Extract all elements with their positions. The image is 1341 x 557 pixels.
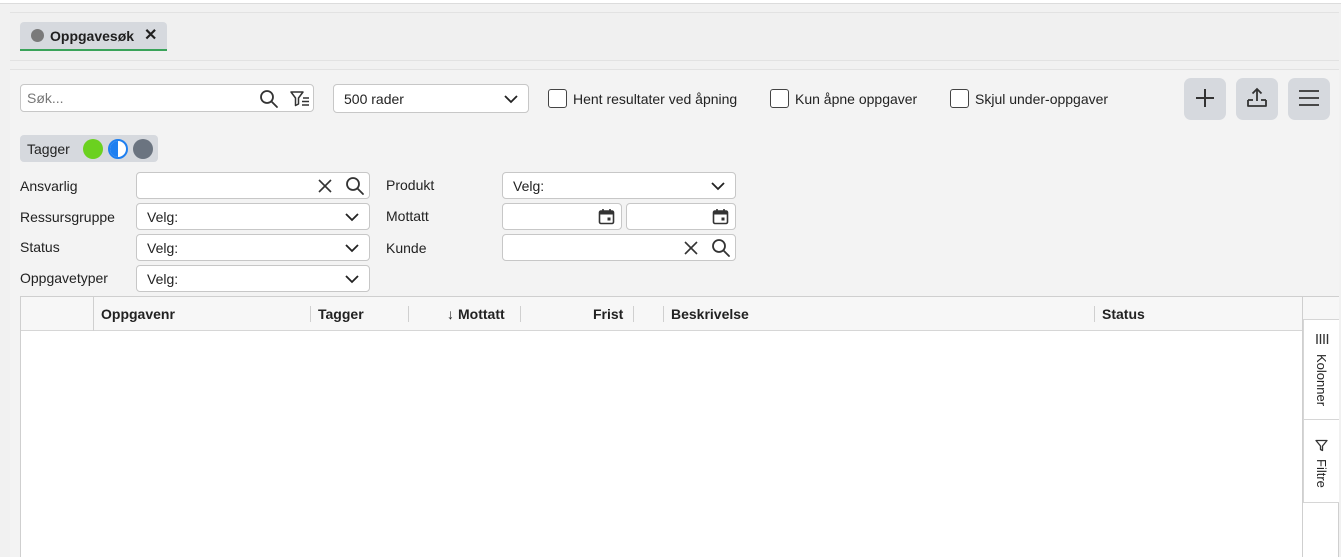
- tab-oppgavesok[interactable]: Oppgavesøk ✕: [20, 22, 168, 51]
- tab-status-dot-icon: [31, 29, 44, 42]
- add-button[interactable]: [1184, 78, 1226, 120]
- column-header-oppgavenr[interactable]: Oppgavenr: [101, 297, 175, 331]
- mottatt-to-date[interactable]: [626, 203, 736, 230]
- grid-header: Oppgavenr Tagger ↓ Mottatt Frist Beskriv…: [21, 297, 1302, 331]
- columns-icon: [1315, 332, 1329, 348]
- tags-label: Tagger: [27, 140, 70, 157]
- column-label: Oppgavenr: [101, 306, 175, 322]
- columns-tool-tab[interactable]: Kolonner: [1303, 320, 1339, 420]
- column-separator[interactable]: [310, 306, 311, 322]
- checkbox-box[interactable]: [548, 89, 567, 108]
- calendar-icon[interactable]: [598, 208, 615, 228]
- search-icon[interactable]: [345, 176, 365, 199]
- column-label: Beskrivelse: [671, 306, 749, 322]
- column-separator[interactable]: [633, 306, 634, 322]
- main-panel: 500 rader Hent resultater ved åpning Kun…: [10, 69, 1339, 557]
- tags-filter: Tagger: [20, 135, 158, 162]
- rows-select-value: 500 rader: [344, 90, 404, 107]
- filters-tab-label: Filtre: [1314, 459, 1329, 488]
- column-header-beskrivelse[interactable]: Beskrivelse: [671, 297, 749, 331]
- gray-tag-icon[interactable]: [132, 138, 153, 159]
- top-border: [0, 0, 1341, 4]
- ressursgruppe-value: Velg:: [147, 208, 179, 225]
- sort-desc-icon: ↓: [447, 306, 454, 322]
- chevron-down-icon: [711, 178, 725, 194]
- mottatt-label: Mottatt: [386, 208, 429, 224]
- checkbox-open-tasks-only[interactable]: Kun åpne oppgaver: [770, 89, 917, 108]
- green-tag-icon[interactable]: [82, 138, 103, 159]
- oppgavetyper-label: Oppgavetyper: [20, 270, 108, 286]
- chevron-down-icon: [504, 91, 518, 107]
- search-box: [20, 84, 314, 112]
- checkbox-box[interactable]: [950, 89, 969, 108]
- column-label: Status: [1102, 306, 1145, 322]
- chevron-down-icon: [345, 209, 359, 225]
- checkbox-label: Skjul under-oppgaver: [975, 90, 1109, 107]
- column-separator[interactable]: [520, 306, 521, 322]
- kunde-field[interactable]: [502, 234, 736, 261]
- half-fill: [109, 140, 118, 157]
- filters-tool-tab[interactable]: Filtre: [1303, 420, 1339, 503]
- column-header-tagger[interactable]: Tagger: [318, 297, 364, 331]
- column-header-frist[interactable]: Frist: [593, 297, 623, 331]
- mottatt-from-date[interactable]: [502, 203, 622, 230]
- clear-icon[interactable]: [317, 178, 333, 197]
- search-icon[interactable]: [259, 89, 279, 112]
- column-label: Frist: [593, 306, 624, 322]
- search-icon[interactable]: [711, 238, 731, 261]
- results-grid: Oppgavenr Tagger ↓ Mottatt Frist Beskriv…: [20, 296, 1303, 557]
- column-separator[interactable]: [408, 306, 409, 322]
- oppgavetyper-value: Velg:: [147, 270, 179, 287]
- half-blue-tag-icon[interactable]: [107, 138, 128, 159]
- search-input[interactable]: [27, 89, 247, 107]
- ressursgruppe-select[interactable]: Velg:: [136, 203, 370, 230]
- column-separator[interactable]: [663, 306, 664, 322]
- chevron-down-icon: [345, 271, 359, 287]
- side-panel-header: [1303, 297, 1339, 320]
- export-button[interactable]: [1236, 78, 1278, 120]
- column-separator[interactable]: [1094, 306, 1095, 322]
- filter-icon: [1315, 439, 1328, 455]
- menu-button[interactable]: [1288, 78, 1330, 120]
- column-header-status[interactable]: Status: [1102, 297, 1145, 331]
- calendar-icon[interactable]: [712, 208, 729, 228]
- close-tab-icon[interactable]: ✕: [144, 27, 157, 44]
- status-label: Status: [20, 239, 60, 255]
- column-header-mottatt[interactable]: ↓ Mottatt: [447, 297, 505, 331]
- grid-body: [21, 332, 1302, 557]
- rows-select[interactable]: 500 rader: [333, 84, 529, 113]
- produkt-value: Velg:: [513, 177, 545, 194]
- export-icon: [1245, 86, 1269, 113]
- menu-icon: [1298, 89, 1320, 110]
- clear-icon[interactable]: [683, 240, 699, 259]
- oppgavetyper-select[interactable]: Velg:: [136, 265, 370, 292]
- plus-icon: [1194, 87, 1216, 112]
- ansvarlig-field[interactable]: [136, 172, 370, 199]
- tab-bar: Oppgavesøk ✕: [10, 12, 1339, 61]
- advanced-filter-icon[interactable]: [289, 89, 311, 112]
- kunde-label: Kunde: [386, 240, 427, 256]
- produkt-select[interactable]: Velg:: [502, 172, 736, 199]
- status-value: Velg:: [147, 239, 179, 256]
- ansvarlig-label: Ansvarlig: [20, 178, 78, 194]
- chevron-down-icon: [345, 240, 359, 256]
- ressursgruppe-label: Ressursgruppe: [20, 209, 115, 225]
- grid-side-panel: Kolonner Filtre: [1303, 296, 1339, 557]
- columns-tab-label: Kolonner: [1314, 354, 1329, 407]
- status-select[interactable]: Velg:: [136, 234, 370, 261]
- checkbox-load-on-open[interactable]: Hent resultater ved åpning: [548, 89, 737, 108]
- column-label: Mottatt: [458, 306, 505, 322]
- produkt-label: Produkt: [386, 177, 435, 193]
- column-separator: [93, 297, 94, 331]
- checkbox-hide-subtasks[interactable]: Skjul under-oppgaver: [950, 89, 1108, 108]
- column-label: Tagger: [318, 306, 364, 322]
- checkbox-box[interactable]: [770, 89, 789, 108]
- checkbox-label: Kun åpne oppgaver: [795, 90, 918, 107]
- checkbox-label: Hent resultater ved åpning: [573, 90, 738, 107]
- tab-label: Oppgavesøk: [50, 27, 135, 44]
